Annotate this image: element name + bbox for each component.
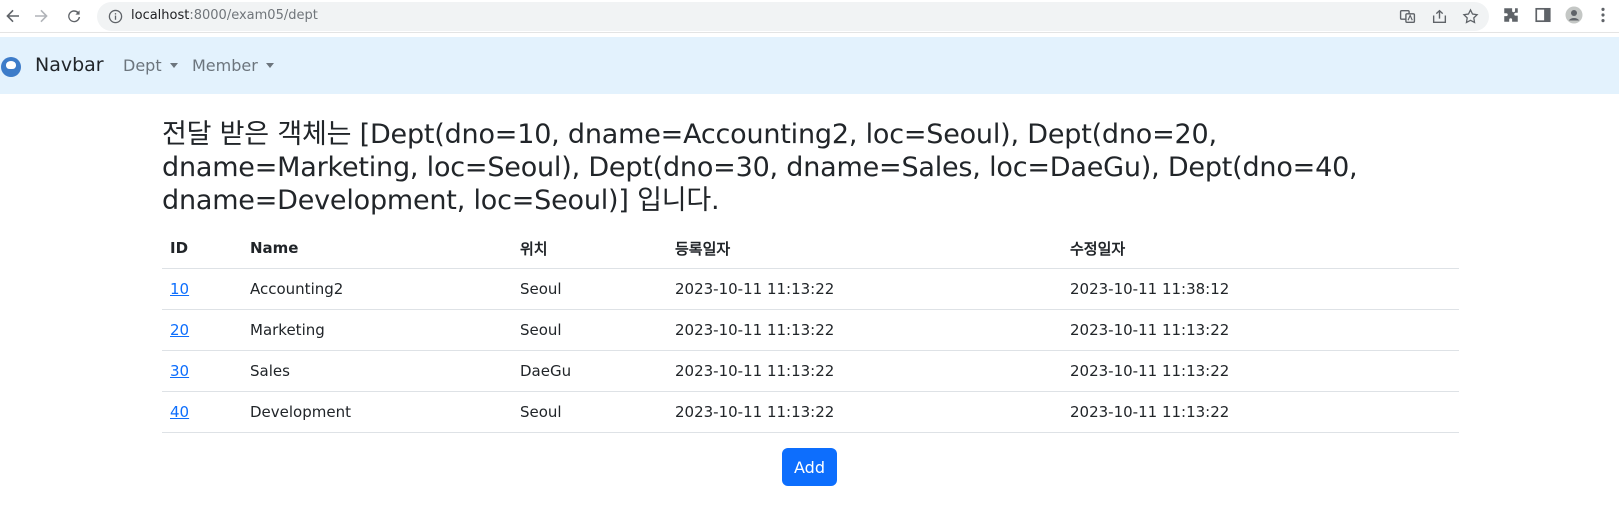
cell-location: Seoul xyxy=(512,309,667,351)
cell-created: 2023-10-11 11:13:22 xyxy=(667,268,1062,310)
header-created: 등록일자 xyxy=(667,229,1062,269)
nav-dropdown-member[interactable]: Member xyxy=(192,56,274,75)
cell-updated: 2023-10-11 11:13:22 xyxy=(1062,350,1459,392)
brand-logo-icon[interactable] xyxy=(1,57,21,77)
cell-location: Seoul xyxy=(512,391,667,433)
cell-created: 2023-10-11 11:13:22 xyxy=(667,350,1062,392)
caret-down-icon xyxy=(265,63,274,68)
nav-dropdown-label: Member xyxy=(192,56,258,75)
cell-created: 2023-10-11 11:13:22 xyxy=(667,309,1062,351)
cell-updated: 2023-10-11 11:38:12 xyxy=(1062,268,1459,310)
back-icon[interactable] xyxy=(0,3,26,29)
app-navbar: Navbar Dept Member xyxy=(0,37,1619,94)
header-id: ID xyxy=(162,229,242,269)
cell-updated: 2023-10-11 11:13:22 xyxy=(1062,309,1459,351)
nav-dropdown-dept[interactable]: Dept xyxy=(123,56,178,75)
table-header-row: ID Name 위치 등록일자 수정일자 xyxy=(162,229,1459,269)
cell-created: 2023-10-11 11:13:22 xyxy=(667,391,1062,433)
header-location: 위치 xyxy=(512,229,667,269)
site-info-icon[interactable] xyxy=(108,9,123,24)
bookmark-star-icon[interactable] xyxy=(1462,8,1479,25)
side-panel-icon[interactable] xyxy=(1534,6,1552,24)
table-row: 30 Sales DaeGu 2023-10-11 11:13:22 2023-… xyxy=(162,350,1459,392)
nav-dropdown-label: Dept xyxy=(123,56,162,75)
cell-id: 40 xyxy=(162,391,242,433)
table-row: 10 Accounting2 Seoul 2023-10-11 11:13:22… xyxy=(162,268,1459,310)
table-row: 20 Marketing Seoul 2023-10-11 11:13:22 2… xyxy=(162,309,1459,351)
caret-down-icon xyxy=(169,63,178,68)
cell-id: 30 xyxy=(162,350,242,392)
cell-location: Seoul xyxy=(512,268,667,310)
navbar-brand[interactable]: Navbar xyxy=(35,54,104,76)
share-icon[interactable] xyxy=(1431,8,1448,25)
cell-id: 10 xyxy=(162,268,242,310)
dept-id-link[interactable]: 20 xyxy=(170,321,189,339)
cell-name: Development xyxy=(242,391,512,433)
browser-toolbar: localhost:8000/exam05/dept xyxy=(0,0,1619,33)
cell-name: Marketing xyxy=(242,309,512,351)
dept-id-link[interactable]: 40 xyxy=(170,403,189,421)
profile-avatar-icon[interactable] xyxy=(1565,6,1583,24)
page-heading: 전달 받은 객체는 [Dept(dno=10, dname=Accounting… xyxy=(162,119,1358,216)
table-row: 40 Development Seoul 2023-10-11 11:13:22… xyxy=(162,391,1459,433)
extensions-icon[interactable] xyxy=(1502,6,1520,24)
cell-name: Sales xyxy=(242,350,512,392)
address-bar[interactable]: localhost:8000/exam05/dept xyxy=(97,2,1489,31)
add-button[interactable]: Add xyxy=(782,448,837,486)
forward-icon[interactable] xyxy=(28,3,54,29)
dept-id-link[interactable]: 10 xyxy=(170,280,189,298)
cell-name: Accounting2 xyxy=(242,268,512,310)
header-name: Name xyxy=(242,229,512,269)
url-text[interactable]: localhost:8000/exam05/dept xyxy=(131,8,318,23)
cell-location: DaeGu xyxy=(512,350,667,392)
cell-id: 20 xyxy=(162,309,242,351)
url-path: :8000/exam05/dept xyxy=(189,8,318,23)
url-host: localhost xyxy=(131,8,190,23)
translate-icon[interactable] xyxy=(1399,8,1416,25)
cell-updated: 2023-10-11 11:13:22 xyxy=(1062,391,1459,433)
dept-table: ID Name 위치 등록일자 수정일자 10 Accounting2 Seou… xyxy=(162,229,1459,433)
reload-icon[interactable] xyxy=(61,3,87,29)
more-menu-icon[interactable] xyxy=(1594,6,1612,24)
header-updated: 수정일자 xyxy=(1062,229,1459,269)
dept-id-link[interactable]: 30 xyxy=(170,362,189,380)
